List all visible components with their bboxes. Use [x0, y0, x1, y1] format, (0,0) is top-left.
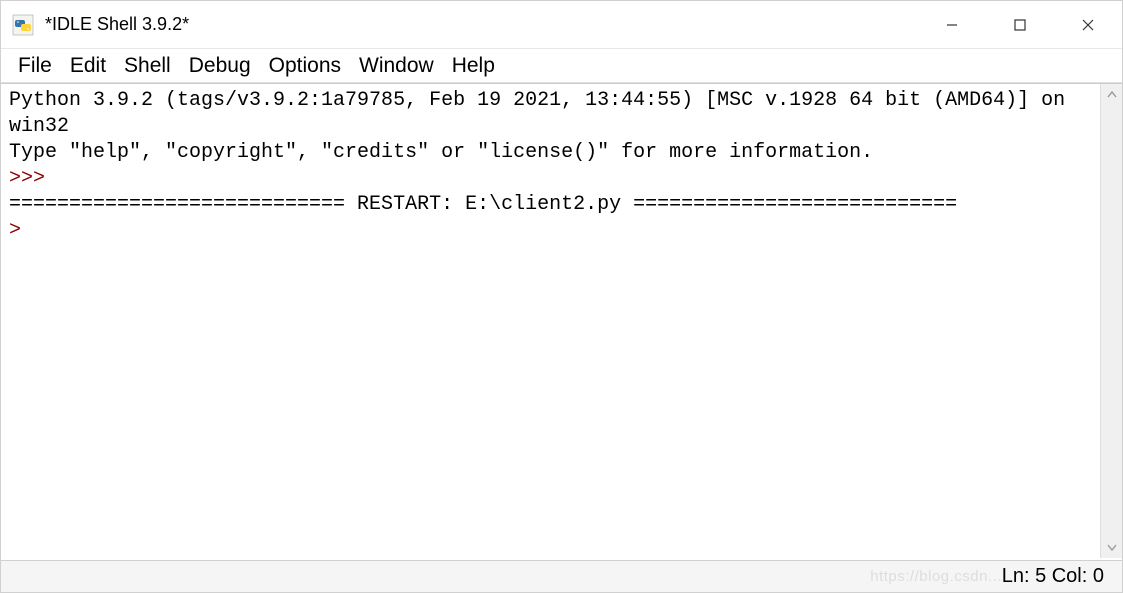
- menu-shell[interactable]: Shell: [115, 52, 180, 80]
- prompt-primary: >>>: [9, 167, 57, 190]
- menu-edit[interactable]: Edit: [61, 52, 115, 80]
- menu-help[interactable]: Help: [443, 52, 504, 80]
- minimize-button[interactable]: [918, 1, 986, 48]
- watermark-text: https://blog.csdn...: [870, 568, 1002, 585]
- maximize-button[interactable]: [986, 1, 1054, 48]
- shell-text[interactable]: Python 3.9.2 (tags/v3.9.2:1a79785, Feb 1…: [1, 84, 1100, 558]
- menu-debug[interactable]: Debug: [180, 52, 260, 80]
- menu-options[interactable]: Options: [260, 52, 350, 80]
- window-controls: [918, 1, 1122, 48]
- window-title: *IDLE Shell 3.9.2*: [45, 14, 918, 35]
- close-button[interactable]: [1054, 1, 1122, 48]
- restart-line: ============================ RESTART: E:…: [9, 193, 957, 216]
- titlebar: *IDLE Shell 3.9.2*: [1, 1, 1122, 49]
- shell-area: Python 3.9.2 (tags/v3.9.2:1a79785, Feb 1…: [1, 83, 1122, 558]
- python-idle-icon: [11, 13, 35, 37]
- scroll-down-icon[interactable]: [1101, 536, 1122, 558]
- menu-file[interactable]: File: [9, 52, 61, 80]
- banner-line-2: Type "help", "copyright", "credits" or "…: [9, 141, 873, 164]
- scroll-up-icon[interactable]: [1101, 84, 1122, 106]
- menubar: File Edit Shell Debug Options Window Hel…: [1, 49, 1122, 83]
- menu-window[interactable]: Window: [350, 52, 443, 80]
- prompt-continuation: >: [9, 219, 21, 242]
- scrollbar-vertical[interactable]: [1100, 84, 1122, 558]
- banner-line-1: Python 3.9.2 (tags/v3.9.2:1a79785, Feb 1…: [9, 89, 1077, 138]
- cursor-position: Ln: 5 Col: 0: [1002, 565, 1104, 588]
- statusbar: https://blog.csdn... Ln: 5 Col: 0: [1, 558, 1122, 592]
